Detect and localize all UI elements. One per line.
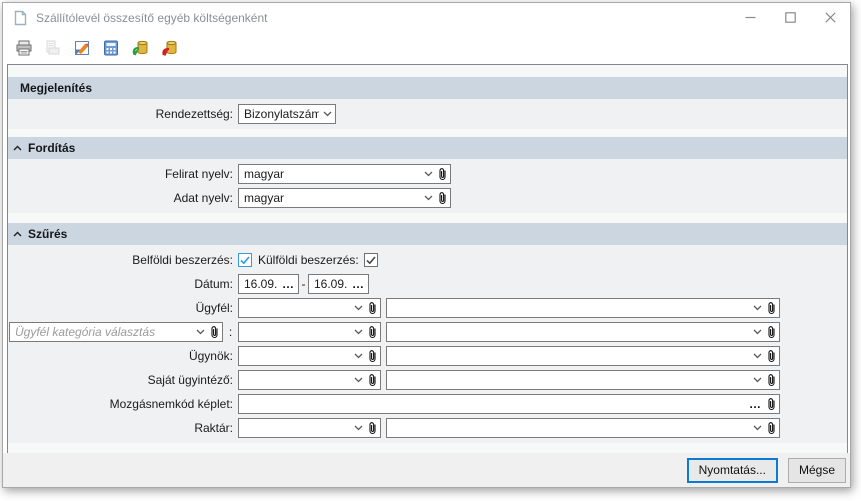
- sort-select[interactable]: Bizonylatszám: [238, 104, 336, 124]
- window-title: Szállítólevél összesítő egyéb költségenk…: [36, 11, 730, 25]
- domestic-purchase-checkbox[interactable]: [238, 253, 252, 267]
- paperclip-icon[interactable]: [767, 397, 776, 411]
- maximize-button[interactable]: [770, 3, 810, 32]
- report-design-icon[interactable]: [67, 34, 96, 62]
- foreign-purchase-checkbox[interactable]: [364, 253, 378, 267]
- close-button[interactable]: [810, 3, 850, 32]
- chevron-down-icon: [354, 353, 363, 359]
- calculator-icon[interactable]: [96, 34, 125, 62]
- section-filter: Belföldi beszerzés: Külföldi beszerzés: …: [8, 245, 847, 443]
- agent-secondary-select[interactable]: [386, 346, 780, 366]
- paperclip-icon[interactable]: [438, 167, 447, 181]
- movement-code-field[interactable]: …: [238, 394, 780, 414]
- agent-label: Ügynök:: [8, 349, 233, 363]
- minimize-button[interactable]: [730, 3, 770, 32]
- customer-category-placeholder: Ügyfél kategória választás: [15, 325, 192, 339]
- data-language-value: magyar: [244, 191, 420, 205]
- footer-bar: Nyomtatás... Mégse: [3, 453, 850, 487]
- chevron-down-icon: [354, 377, 363, 383]
- data-language-select[interactable]: magyar: [238, 188, 451, 208]
- customer-secondary-select[interactable]: [386, 298, 780, 318]
- paperclip-icon[interactable]: [767, 373, 776, 387]
- caption-language-value: magyar: [244, 167, 420, 181]
- paperclip-icon[interactable]: [767, 421, 776, 435]
- domestic-purchase-label: Belföldi beszerzés:: [8, 253, 233, 267]
- print-button[interactable]: Nyomtatás...: [687, 458, 778, 483]
- chevron-down-icon: [753, 305, 762, 311]
- movement-code-label: Mozgásnemkód képlet:: [8, 397, 233, 411]
- date-to-value: 16.09.21.: [314, 277, 348, 291]
- customer-category-select[interactable]: Ügyfél kategória választás: [9, 322, 223, 342]
- chevron-up-icon: [13, 231, 22, 237]
- window-controls: [730, 3, 850, 32]
- warehouse-select[interactable]: [238, 418, 381, 438]
- section-header-filter[interactable]: Szűrés: [8, 223, 847, 245]
- own-admin-select[interactable]: [238, 370, 381, 390]
- agent-select[interactable]: [238, 346, 381, 366]
- toolbar: [3, 32, 850, 64]
- paperclip-icon[interactable]: [767, 349, 776, 363]
- paperclip-icon[interactable]: [767, 325, 776, 339]
- warehouse-secondary-select[interactable]: [386, 418, 780, 438]
- own-admin-label: Saját ügyintéző:: [8, 373, 233, 387]
- chevron-down-icon: [354, 305, 363, 311]
- sort-label: Rendezettség:: [8, 107, 233, 121]
- caption-language-label: Felirat nyelv:: [8, 167, 233, 181]
- chevron-down-icon: [354, 329, 363, 335]
- chevron-down-icon: [753, 329, 762, 335]
- chevron-down-icon: [323, 111, 332, 117]
- date-label: Dátum:: [8, 277, 233, 291]
- chevron-down-icon: [753, 353, 762, 359]
- customer-category-value-select[interactable]: [238, 322, 381, 342]
- chevron-down-icon: [424, 195, 433, 201]
- paperclip-icon[interactable]: [210, 325, 219, 339]
- save-settings-database-icon[interactable]: [154, 34, 183, 62]
- section-title-display: Megjelenítés: [20, 81, 92, 95]
- document-icon: [12, 10, 28, 26]
- customer-label: Ügyfél:: [8, 301, 233, 315]
- dialog-window: Szállítólevél összesítő egyéb költségenk…: [2, 2, 851, 488]
- section-title-translation: Fordítás: [28, 141, 75, 155]
- sort-value: Bizonylatszám: [244, 107, 319, 121]
- section-title-filter: Szűrés: [28, 227, 67, 241]
- paperclip-icon[interactable]: [438, 191, 447, 205]
- chevron-down-icon: [354, 425, 363, 431]
- content-panel: Megjelenítés Rendezettség: Bizonylatszám…: [7, 64, 848, 455]
- date-from-picker-button[interactable]: …: [282, 279, 295, 289]
- section-header-translation[interactable]: Fordítás: [8, 137, 847, 159]
- warehouse-label: Raktár:: [8, 421, 233, 435]
- cancel-button[interactable]: Mégse: [788, 458, 846, 483]
- title-bar: Szállítólevél összesítő egyéb költségenk…: [3, 3, 850, 32]
- paperclip-icon[interactable]: [368, 421, 377, 435]
- chevron-down-icon: [753, 377, 762, 383]
- chevron-up-icon: [13, 145, 22, 151]
- paperclip-icon[interactable]: [368, 301, 377, 315]
- movement-code-picker-button[interactable]: …: [749, 399, 762, 409]
- print-icon[interactable]: [9, 34, 38, 62]
- section-translation: Felirat nyelv: magyar Adat nyelv: magyar: [8, 159, 847, 213]
- date-from-field[interactable]: 16.09.21. …: [238, 274, 299, 294]
- paperclip-icon[interactable]: [368, 349, 377, 363]
- caption-language-select[interactable]: magyar: [238, 164, 451, 184]
- own-admin-secondary-select[interactable]: [386, 370, 780, 390]
- print-disabled-icon: [38, 34, 67, 62]
- customer-select[interactable]: [238, 298, 381, 318]
- foreign-purchase-label: Külföldi beszerzés:: [258, 253, 359, 267]
- date-from-value: 16.09.21.: [244, 277, 278, 291]
- paperclip-icon[interactable]: [767, 301, 776, 315]
- chevron-down-icon: [196, 329, 205, 335]
- date-to-field[interactable]: 16.09.21. …: [308, 274, 369, 294]
- data-language-label: Adat nyelv:: [8, 191, 233, 205]
- section-header-display: Megjelenítés: [8, 77, 847, 99]
- paperclip-icon[interactable]: [368, 325, 377, 339]
- chevron-down-icon: [753, 425, 762, 431]
- paperclip-icon[interactable]: [368, 373, 377, 387]
- date-range-separator: -: [299, 277, 308, 291]
- section-display: Rendezettség: Bizonylatszám: [8, 99, 847, 129]
- customer-category-secondary-select[interactable]: [386, 322, 780, 342]
- load-settings-database-icon[interactable]: [125, 34, 154, 62]
- date-to-picker-button[interactable]: …: [352, 279, 365, 289]
- chevron-down-icon: [424, 171, 433, 177]
- category-colon: :: [223, 325, 238, 339]
